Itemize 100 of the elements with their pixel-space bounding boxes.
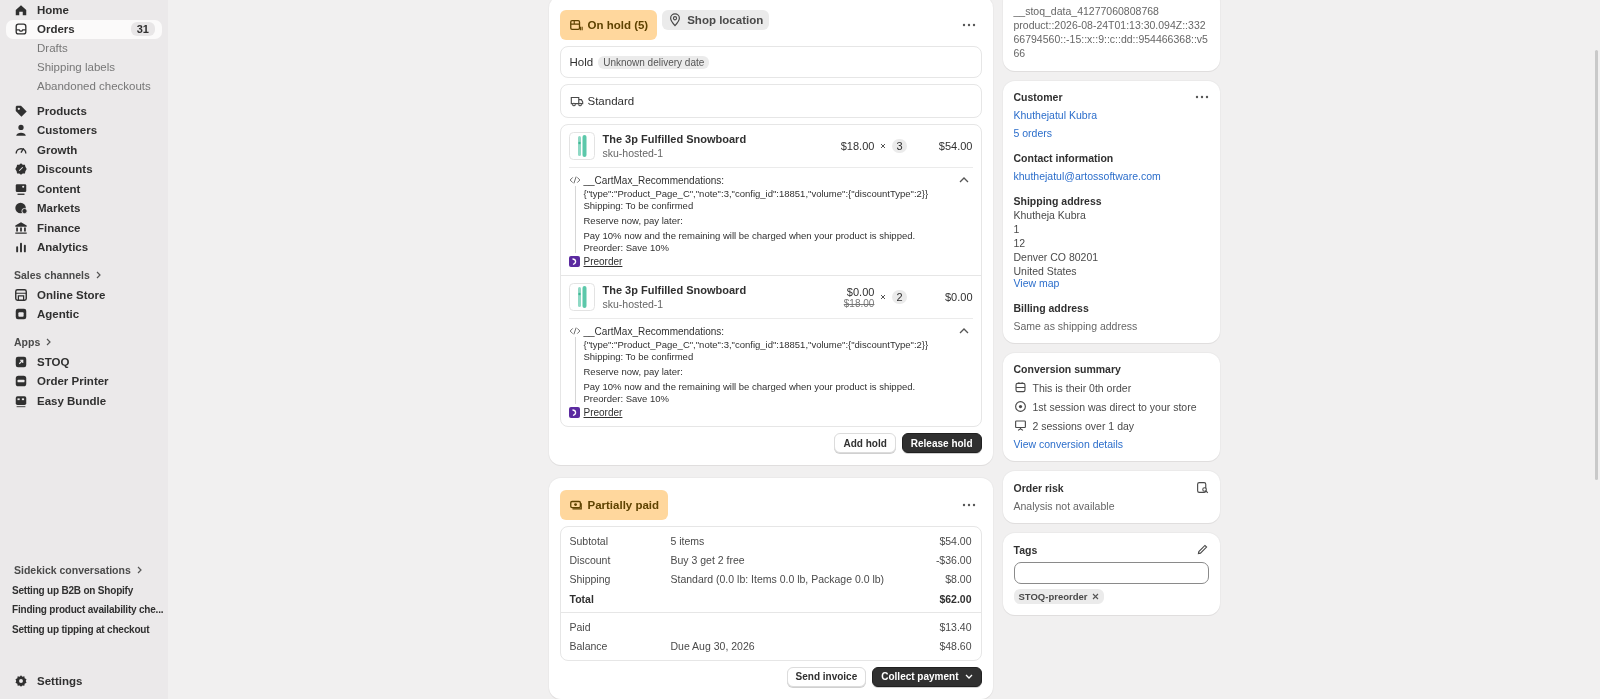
nav-item[interactable]: Analytics xyxy=(6,237,162,257)
action-button[interactable]: Send invoice xyxy=(786,666,867,687)
package-icon xyxy=(568,18,583,32)
product-title[interactable]: The 3p Fulfilled Snowboard xyxy=(602,133,835,145)
code-icon xyxy=(568,325,581,337)
property-text: Reserve now, pay later: xyxy=(583,215,684,226)
app-logo-icon xyxy=(568,256,580,267)
risk-text: Analysis not available xyxy=(1013,500,1116,512)
chevron-right-icon xyxy=(45,338,53,346)
note-text: product::2026-08-24T01:13:30.094Z::33266794560::-15::x::9::c::dd::954466368::v566 xyxy=(1013,18,1209,60)
property-text: Preorder: Save 10% xyxy=(583,242,671,253)
action-button[interactable]: Collect payment xyxy=(872,666,982,687)
conversation-link[interactable]: Setting up tipping at checkout xyxy=(6,619,162,639)
section-heading[interactable]: Apps xyxy=(6,332,162,352)
conversation-link[interactable]: Setting up B2B on Shopify xyxy=(6,580,162,600)
conversation-link[interactable]: Finding product availability che... xyxy=(6,600,162,620)
tag-icon xyxy=(14,103,28,118)
nav-item[interactable]: Products xyxy=(6,101,162,121)
summary-amount: $8.00 xyxy=(945,573,972,586)
remove-icon[interactable] xyxy=(1092,593,1100,600)
summary-detail: Due Aug 30, 2026 xyxy=(670,640,755,653)
printer-icon xyxy=(14,374,28,389)
nav-item[interactable]: Finance xyxy=(6,218,162,238)
caret-down-icon xyxy=(964,674,973,680)
address-line: 1 xyxy=(1013,223,1021,235)
nav-item[interactable]: Growth xyxy=(6,140,162,160)
card-title: Customer xyxy=(1013,91,1063,103)
more-actions-icon[interactable] xyxy=(961,23,976,27)
card-title: Order risk xyxy=(1013,481,1064,494)
location-badge: Shop location xyxy=(662,10,770,30)
chevron-right-icon xyxy=(94,271,102,279)
edit-icon xyxy=(1195,543,1209,556)
more-actions-icon[interactable] xyxy=(961,503,976,507)
action-button[interactable]: Release hold xyxy=(901,433,982,453)
nav-item[interactable]: Online Store xyxy=(6,285,162,305)
tag-input-field[interactable] xyxy=(1013,562,1209,584)
discount-badge-icon xyxy=(14,162,28,177)
customer-name-link[interactable]: Khuthejatul Kubra xyxy=(1013,109,1209,121)
chevron-up-icon[interactable] xyxy=(958,328,969,334)
chevron-up-icon[interactable] xyxy=(958,177,969,183)
property-text: Preorder: Save 10% xyxy=(583,393,671,404)
payment-status-badge: Partially paid xyxy=(559,490,669,520)
nav-item[interactable]: Order Printer xyxy=(6,371,162,391)
quantity-badge: 3 xyxy=(892,139,907,153)
email-link[interactable]: khuthejatul@artossoftware.com xyxy=(1013,170,1209,182)
nav-item[interactable]: Orders 31 xyxy=(6,19,162,39)
nav-item[interactable]: Content xyxy=(6,179,162,199)
settings-item[interactable]: Settings xyxy=(6,671,162,691)
unit-price: $0.00 xyxy=(846,285,875,298)
orders-link[interactable]: 5 orders xyxy=(1013,127,1209,139)
unit-price: $18.00 xyxy=(840,140,875,152)
nav-item[interactable]: Home xyxy=(6,0,162,20)
summary-label: Subtotal xyxy=(569,534,610,547)
nav-item[interactable]: Markets xyxy=(6,198,162,218)
summary-amount: $48.60 xyxy=(939,640,972,653)
action-button[interactable]: Add hold xyxy=(834,433,896,453)
nav-item[interactable]: Easy Bundle xyxy=(6,391,162,411)
hold-reason-tag: Unknown delivery date xyxy=(598,55,710,69)
snowboard-thumbnail xyxy=(568,283,595,311)
document-search-icon xyxy=(1195,481,1209,494)
location-pin-icon xyxy=(668,13,683,27)
nav-item[interactable]: STOQ xyxy=(6,352,162,372)
conversion-details-link[interactable]: View conversion details xyxy=(1013,438,1209,450)
settings-icon xyxy=(14,674,28,688)
section-title: Contact information xyxy=(1013,152,1115,164)
section-heading[interactable]: Sales channels xyxy=(6,265,162,285)
property-text: Shipping: To be confirmed xyxy=(583,200,695,211)
app-link[interactable]: Preorder xyxy=(583,256,623,267)
nav-item[interactable]: Agentic xyxy=(6,304,162,324)
sub-nav-item[interactable]: Abandoned checkouts xyxy=(6,77,162,96)
address-line: Denver CO 80201 xyxy=(1013,251,1100,263)
app-link[interactable]: Preorder xyxy=(583,407,623,418)
address-line: Khutheja Kubra xyxy=(1013,209,1087,221)
sub-nav-item[interactable]: Shipping labels xyxy=(6,58,162,77)
section-heading[interactable]: Sidekick conversations xyxy=(6,559,162,580)
property-text: {"type":"Product_Page_C","note":3,"config_id":18851,"volume":{"discountType":2}} xyxy=(583,339,930,350)
nav-item[interactable]: Customers xyxy=(6,120,162,140)
quantity-badge: 2 xyxy=(892,290,907,304)
truck-icon xyxy=(569,94,584,108)
line-total: $0.00 xyxy=(943,291,973,303)
more-actions-icon[interactable] xyxy=(1194,95,1209,99)
view-map-link[interactable]: View map xyxy=(1013,277,1209,289)
count-badge: 31 xyxy=(130,22,155,37)
product-title[interactable]: The 3p Fulfilled Snowboard xyxy=(602,284,838,296)
property-text: {"type":"Product_Page_C","note":3,"config_id":18851,"volume":{"discountType":2}} xyxy=(583,188,930,199)
sub-nav-item[interactable]: Drafts xyxy=(6,39,162,58)
conversion-fact: 2 sessions over 1 day xyxy=(1032,419,1135,432)
scrollbar-thumb[interactable] xyxy=(1595,50,1598,480)
billing-address-text: Same as shipping address xyxy=(1013,320,1139,332)
summary-amount: $54.00 xyxy=(939,534,972,547)
property-name: __CartMax_Recommendations: xyxy=(583,325,726,337)
nav-item[interactable]: Discounts xyxy=(6,159,162,179)
app-logo-icon xyxy=(568,407,580,418)
tray-icon xyxy=(14,22,28,37)
note-text: __stoq_data_41277060808768 xyxy=(1013,4,1160,18)
chevron-right-icon xyxy=(135,565,143,574)
snowboard-thumbnail xyxy=(568,132,595,160)
property-text: Pay 10% now and the remaining will be charged when your product is shipped. xyxy=(583,230,917,241)
summary-detail: 5 items xyxy=(670,534,705,547)
bar-chart-icon xyxy=(14,240,28,255)
